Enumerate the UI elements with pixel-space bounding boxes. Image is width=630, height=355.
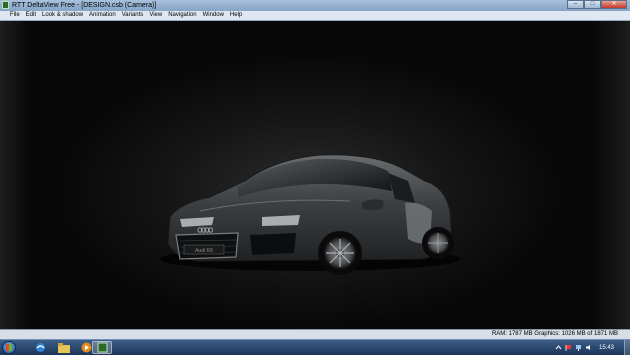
media-player-icon bbox=[81, 342, 91, 353]
folder-icon bbox=[58, 342, 70, 353]
menu-navigation[interactable]: Navigation bbox=[165, 11, 199, 20]
show-desktop-button[interactable] bbox=[624, 340, 630, 355]
network-icon[interactable] bbox=[575, 344, 582, 351]
notification-chevron-icon[interactable] bbox=[555, 344, 562, 351]
menu-bar: File Edit Look & shadow Animation Varian… bbox=[0, 11, 630, 21]
menu-window[interactable]: Window bbox=[200, 11, 227, 20]
start-button[interactable] bbox=[2, 341, 16, 354]
car-model[interactable]: Audi R8 bbox=[0, 21, 630, 329]
menu-look-shadow[interactable]: Look & shadow bbox=[39, 11, 86, 20]
menu-view[interactable]: View bbox=[146, 11, 165, 20]
maximize-button[interactable]: □ bbox=[584, 0, 601, 9]
minimize-button[interactable]: – bbox=[567, 0, 584, 9]
window-controls: – □ ✕ bbox=[567, 0, 627, 9]
window-title: RTT DeltaView Free - [DESIGN.csb (Camera… bbox=[12, 2, 157, 9]
deltaview-app-icon bbox=[97, 342, 107, 353]
taskbar: 15:43 bbox=[0, 339, 630, 355]
internet-explorer-icon bbox=[35, 343, 45, 352]
app-icon bbox=[2, 1, 9, 9]
menu-help[interactable]: Help bbox=[227, 11, 245, 20]
menu-animation[interactable]: Animation bbox=[86, 11, 119, 20]
memory-status: RAM: 1787 MB Graphics: 1026 MB of 1871 M… bbox=[491, 331, 618, 337]
air-intake bbox=[250, 233, 296, 255]
taskbar-internet-explorer[interactable] bbox=[30, 341, 50, 354]
menu-edit[interactable]: Edit bbox=[23, 11, 39, 20]
menu-file[interactable]: File bbox=[0, 11, 23, 20]
clock[interactable]: 15:43 bbox=[599, 345, 614, 351]
windows-logo-icon bbox=[6, 344, 12, 351]
render-viewport[interactable]: Audi R8 bbox=[0, 21, 630, 329]
flag-icon[interactable] bbox=[565, 344, 572, 351]
taskbar-explorer[interactable] bbox=[54, 341, 74, 354]
volume-icon[interactable] bbox=[585, 344, 592, 351]
menu-variants[interactable]: Variants bbox=[119, 11, 147, 20]
system-tray: 15:43 bbox=[555, 340, 630, 355]
status-bar: RAM: 1787 MB Graphics: 1026 MB of 1871 M… bbox=[0, 329, 630, 339]
close-button[interactable]: ✕ bbox=[601, 0, 627, 9]
title-bar: RTT DeltaView Free - [DESIGN.csb (Camera… bbox=[0, 0, 630, 11]
taskbar-deltaview[interactable] bbox=[92, 341, 112, 354]
license-plate-text: Audi R8 bbox=[195, 248, 213, 254]
